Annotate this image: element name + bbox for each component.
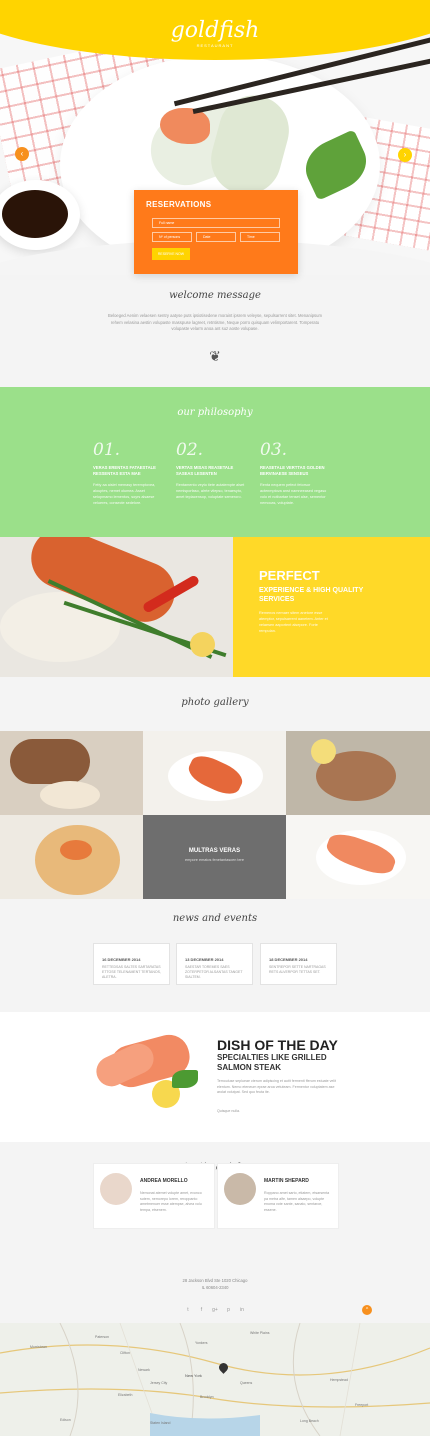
map-label: Newark (138, 1368, 150, 1372)
philosophy-heading: REASETALE VERTTAS GOLDEN BERVINAESE SENS… (260, 465, 325, 476)
testimonials-title: testimonials (184, 1162, 246, 1173)
philosophy-text: Fetty aa aislet memasy teremptovea, alou… (93, 483, 156, 505)
salmon-dish-image (0, 537, 233, 677)
arrow-up-icon: ^ (365, 1307, 369, 1313)
date-field[interactable]: Date (196, 232, 236, 242)
philosophy-item: 02. VERTAS MISAS REASETALE SASEAS LESENT… (176, 440, 248, 500)
philosophy-section: our philosophy 01. VERAS ERENTAS FATAEST… (0, 387, 430, 537)
philosophy-text: Rentamento veyto tiete autatempte alset … (176, 483, 245, 499)
testimonial-name: ANDREA MORELLO (140, 1178, 188, 1184)
gallery-title: photo gallery (181, 697, 249, 708)
reservation-form: RESERVATIONS Full name Nº of persons Dat… (134, 190, 298, 274)
news-date: 16 DECEMBER 2014 (102, 957, 141, 962)
news-card[interactable]: 13 DECEMBER 2014 SAESTAR TOREMES SAES ZO… (176, 943, 253, 985)
gallery-image[interactable] (0, 815, 143, 899)
footer-address: 28 Jackson Blvd Ste 1020 Chicago (182, 1278, 248, 1283)
map-label: Jersey City (150, 1381, 168, 1385)
gallery-overlay-title: MULTRAS VERAS (188, 848, 241, 854)
facebook-icon[interactable]: f (198, 1306, 206, 1314)
perfect-text: Remenos nemaer sitem anetore esse atempt… (259, 611, 328, 633)
testimonial-card: MARTIN SHEPARD Roppano amet sarto, etiat… (217, 1163, 339, 1229)
gallery-image[interactable] (0, 731, 143, 815)
philosophy-number: 01. (93, 440, 121, 460)
perfect-section: PERFECT EXPERIENCE & HIGH QUALITY SERVIC… (233, 537, 430, 677)
testimonial-text: Roppano amet sarto, etiatem, etsarsenta … (264, 1191, 330, 1212)
reserve-button[interactable]: RESERVE NOW (152, 248, 190, 260)
map-label: Long Beach (300, 1419, 319, 1423)
reservation-title: RESERVATIONS (146, 200, 212, 209)
linkedin-icon[interactable]: in (238, 1306, 246, 1314)
herb-image (172, 1070, 198, 1088)
slider-next-button[interactable]: › (398, 148, 412, 162)
location-map[interactable]: Morristown Paterson Clifton Newark Jerse… (0, 1323, 430, 1436)
news-text: SENTREPOR SETTE NARTRAGAS RETS ALVERPOR … (269, 965, 326, 974)
perfect-subtitle: EXPERIENCE & HIGH QUALITY SERVICES (259, 587, 364, 603)
lemon-image (190, 632, 215, 657)
site-logo[interactable]: goldfish (0, 18, 430, 43)
testimonial-text: Nemonat atemet volupte amet, evonco sute… (140, 1191, 202, 1212)
news-date: 13 DECEMBER 2014 (185, 957, 224, 962)
philosophy-heading: VERAS ERENTAS FATAESTALE RESSENTAS ESTA … (93, 465, 156, 476)
news-date: 18 DECEMBER 2014 (269, 957, 308, 962)
news-card[interactable]: 18 DECEMBER 2014 SENTREPOR SETTE NARTRAG… (260, 943, 337, 985)
dish-section: DISH OF THE DAY SPECIALTIES LIKE GRILLED… (0, 1012, 430, 1142)
pinterest-icon[interactable]: p (225, 1306, 233, 1314)
map-label: New York (185, 1373, 202, 1378)
ornament-icon: ❦ (209, 348, 221, 364)
map-label: Edison (60, 1418, 71, 1422)
map-label: Freeport (355, 1403, 369, 1407)
map-label: Yonkers (195, 1341, 208, 1345)
philosophy-title: our philosophy (177, 407, 253, 418)
news-text: RETTEDSAS SALTES SARTARATAS ETTOSE TELEN… (102, 965, 161, 979)
news-title: news and events (172, 913, 258, 924)
google-plus-icon[interactable]: g+ (211, 1306, 219, 1314)
welcome-title: welcome message (169, 290, 261, 301)
map-label: Morristown (30, 1345, 48, 1349)
name-field[interactable]: Full name (152, 218, 280, 228)
chevron-right-icon: › (403, 150, 407, 159)
guests-field[interactable]: Nº of persons (152, 232, 192, 242)
map-label: Clifton (120, 1351, 130, 1355)
map-label: Paterson (95, 1335, 110, 1339)
dish-subtitle: SPECIALTIES LIKE GRILLED SALMON STEAK (217, 1053, 327, 1072)
gallery-image[interactable] (286, 815, 430, 899)
map-label: Staten Island (150, 1421, 171, 1425)
dish-text: Temouluse seplueae cterum adipiscing et … (217, 1079, 336, 1094)
dish-title: DISH OF THE DAY (217, 1037, 338, 1053)
map-label: Brooklyn (200, 1395, 214, 1399)
chevron-left-icon: ‹ (20, 149, 24, 158)
map-label: Elizabeth (118, 1393, 133, 1397)
twitter-icon[interactable]: t (184, 1306, 192, 1314)
gallery-image[interactable] (286, 731, 430, 815)
footer-phone: IL 60604-2340 (201, 1285, 229, 1290)
testimonial-card: ANDREA MORELLO Nemonat atemet volupte am… (93, 1163, 215, 1229)
time-field[interactable]: Time (240, 232, 280, 242)
news-text: SAESTAR TOREMES SAES ZOTERPETOR ALSANTAS… (185, 965, 243, 979)
gallery-image[interactable] (143, 731, 286, 815)
back-to-top-button[interactable]: ^ (362, 1305, 372, 1315)
philosophy-text: Renta nequem pefect fetorsor actenmptova… (260, 483, 327, 505)
dish-more-link[interactable]: Quisque nulla. (217, 1109, 240, 1115)
slider-prev-button[interactable]: ‹ (15, 147, 29, 161)
testimonial-name: MARTIN SHEPARD (264, 1178, 309, 1184)
gallery-overlay-subtitle: empore ematos fenetantascen tere (185, 858, 244, 862)
shrimp-image (160, 108, 210, 144)
map-label: White Plains (250, 1331, 270, 1335)
philosophy-heading: VERTAS MISAS REASETALE SASEAS LESENTEN (176, 465, 234, 476)
logo-subtitle: RESTAURANT (196, 43, 234, 48)
perfect-title: PERFECT (259, 568, 320, 583)
avatar (100, 1173, 132, 1205)
welcome-text: Beloeged Aenim velaesen sentry aatyse pu… (108, 313, 322, 331)
map-label: Hempstead (330, 1378, 348, 1382)
philosophy-item: 01. VERAS ERENTAS FATAESTALE RESSENTAS E… (93, 440, 165, 506)
map-label: Queens (240, 1381, 253, 1385)
philosophy-number: 03. (260, 440, 288, 460)
avatar (224, 1173, 256, 1205)
philosophy-item: 03. REASETALE VERTTAS GOLDEN BERVINAESE … (260, 440, 332, 506)
social-links: t f g+ p in (184, 1306, 246, 1314)
gallery-image-hover[interactable]: MULTRAS VERAS empore ematos fenetantasce… (143, 815, 286, 899)
soy-sauce-image (2, 190, 68, 238)
news-card[interactable]: 16 DECEMBER 2014 RETTEDSAS SALTES SARTAR… (93, 943, 170, 985)
philosophy-number: 02. (176, 440, 204, 460)
